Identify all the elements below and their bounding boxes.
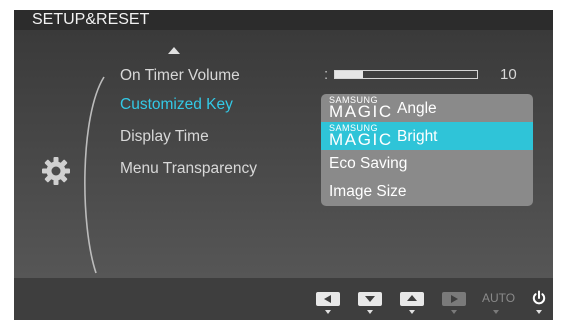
menu-divider-curve — [84, 76, 105, 274]
osd-panel: SETUP&RESET On Timer Volume Customized K… — [14, 10, 553, 320]
left-arrow-icon — [324, 295, 331, 303]
down-button[interactable] — [358, 292, 382, 306]
power-icon[interactable] — [531, 290, 547, 306]
button-indicator-icon — [409, 310, 415, 314]
dropdown-option-label: Eco Saving — [329, 155, 408, 172]
left-button[interactable] — [316, 292, 340, 306]
page-title: SETUP&RESET — [32, 11, 150, 28]
dropdown-option-label: Angle — [397, 100, 437, 117]
gear-icon — [42, 157, 70, 185]
scroll-up-icon[interactable] — [168, 47, 180, 54]
dropdown-option-label: Image Size — [329, 183, 407, 200]
enter-button[interactable] — [442, 292, 466, 306]
up-arrow-icon — [407, 295, 417, 301]
volume-value: 10 — [500, 66, 517, 83]
button-indicator-icon — [536, 310, 542, 314]
title-bar: SETUP&RESET — [14, 10, 553, 30]
auto-button[interactable]: AUTO — [482, 291, 515, 305]
up-button[interactable] — [400, 292, 424, 306]
dropdown-option-label: Bright — [397, 128, 438, 145]
button-indicator-icon — [493, 310, 499, 314]
samsung-magic-logo: SAMSUNG MAGIC — [329, 123, 393, 149]
button-indicator-icon — [367, 310, 373, 314]
button-indicator-icon — [451, 310, 457, 314]
menu-item-display-time[interactable]: Display Time — [120, 128, 209, 146]
down-arrow-icon — [365, 296, 375, 302]
dropdown-option-magic-angle[interactable]: SAMSUNG MAGIC Angle — [321, 94, 533, 122]
dropdown-option-image-size[interactable]: Image Size — [321, 178, 533, 206]
dropdown-option-magic-bright[interactable]: SAMSUNG MAGIC Bright — [321, 122, 533, 150]
menu-item-menu-transparency[interactable]: Menu Transparency — [120, 160, 257, 178]
customized-key-dropdown[interactable]: SAMSUNG MAGIC Angle SAMSUNG MAGIC Bright… — [321, 94, 533, 206]
right-arrow-icon — [451, 295, 458, 303]
bottom-button-bar — [14, 278, 553, 320]
volume-slider[interactable] — [334, 70, 478, 79]
dropdown-option-eco-saving[interactable]: Eco Saving — [321, 150, 533, 178]
samsung-magic-logo: SAMSUNG MAGIC — [329, 95, 393, 121]
menu-item-customized-key[interactable]: Customized Key — [120, 96, 233, 114]
separator-colon: : — [324, 66, 329, 83]
menu-item-on-timer-volume[interactable]: On Timer Volume — [120, 67, 240, 85]
button-indicator-icon — [325, 310, 331, 314]
volume-slider-fill — [335, 71, 364, 78]
